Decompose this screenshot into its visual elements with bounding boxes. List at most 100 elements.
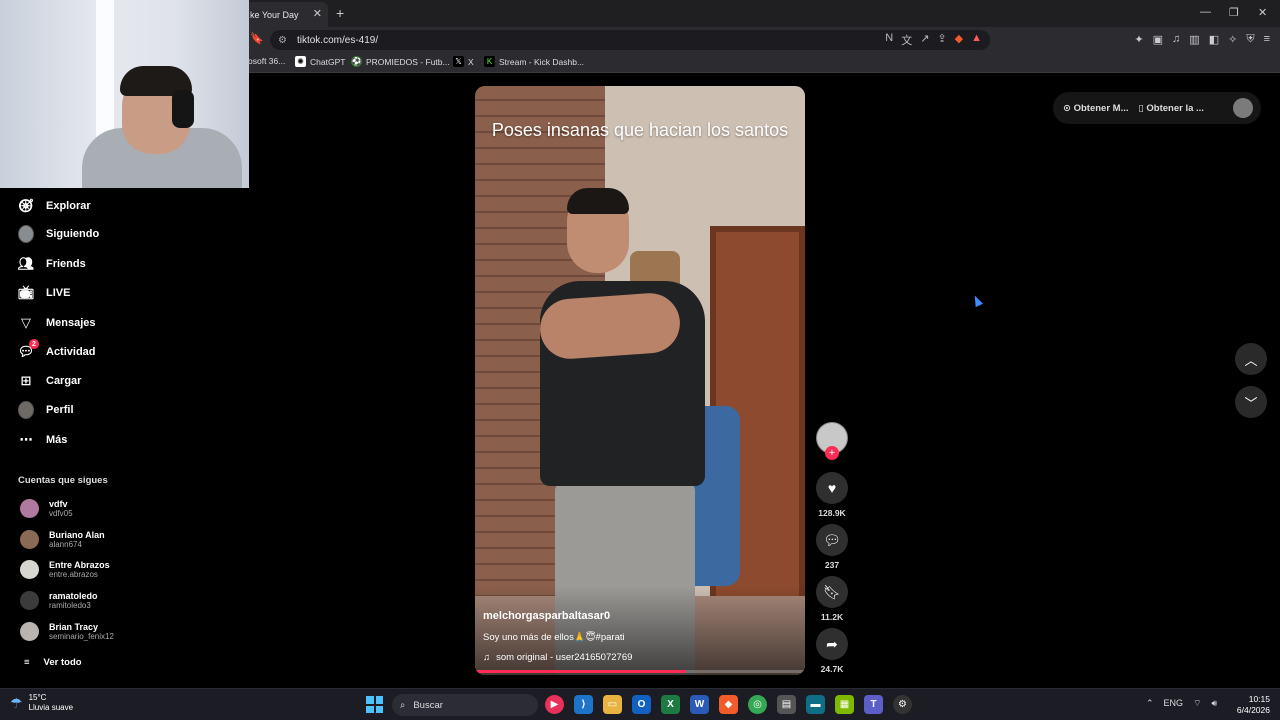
chrome-icon[interactable]: ◎ <box>748 695 767 714</box>
following-account[interactable]: Entre Abrazos entre.abrazos <box>20 560 110 579</box>
video-sound[interactable]: ♫ som original - user24165072769 <box>483 652 632 663</box>
browser-tab[interactable]: ke Your Day ✕ <box>238 2 328 27</box>
account-name: Brian Tracy <box>49 622 99 632</box>
sidebar-item-live[interactable]: 📺︎ LIVE <box>18 285 71 301</box>
reader-icon[interactable]: N <box>885 32 893 48</box>
avatar <box>18 225 34 243</box>
taskbar-search[interactable]: ⌕ Buscar <box>392 694 538 716</box>
file-explorer-icon[interactable]: ▭ <box>603 695 622 714</box>
excel-icon[interactable]: X <box>661 695 680 714</box>
video-player[interactable]: Poses insanas que hacian los santos melc… <box>475 86 805 675</box>
following-account[interactable]: vdfv vdfv05 <box>20 499 73 518</box>
site-settings-icon[interactable]: ⚙ <box>278 35 287 46</box>
sidebar-item-mensajes[interactable]: ▽ Mensajes <box>18 315 96 331</box>
sidebar-item-cargar[interactable]: ⊞ Cargar <box>18 373 82 389</box>
sidebar-item-mas[interactable]: ⋯ Más <box>18 432 68 448</box>
bookmark-x[interactable]: 𝕏 X <box>453 56 474 67</box>
leo-ai-icon[interactable]: ✧ <box>1228 33 1237 46</box>
vpn-icon[interactable]: ⛨ <box>1246 33 1254 46</box>
wifi-icon[interactable]: ⌔ <box>1193 698 1201 709</box>
more-icon: ⋯ <box>19 432 33 447</box>
account-name: Buriano Alan <box>49 530 105 540</box>
x-logo-icon: 𝕏 <box>453 56 464 67</box>
sidebar-item-siguiendo[interactable]: Siguiendo <box>18 225 99 243</box>
vscode-icon[interactable]: ⟩ <box>574 695 593 714</box>
following-account[interactable]: Buriano Alan alann674 <box>20 530 105 549</box>
sidebar-item-perfil[interactable]: Perfil <box>18 401 74 419</box>
see-all-button[interactable]: ≡ Ver todo <box>24 657 82 668</box>
chevron-up-icon[interactable]: ⌃ <box>1146 698 1154 709</box>
headset-icon <box>172 90 194 128</box>
menu-icon[interactable]: ≡ <box>1264 33 1270 46</box>
bookmark-promiedos[interactable]: ⚽ PROMIEDOS - Futb... <box>351 56 450 67</box>
profile-avatar[interactable] <box>1233 98 1253 118</box>
clock-date: 6/4/2026 <box>1236 705 1270 715</box>
sidebar-toggle-icon[interactable]: ▥ <box>1189 33 1199 46</box>
video-username[interactable]: melchorgasparbaltasar0 <box>483 610 610 622</box>
open-external-icon[interactable]: ↗ <box>920 32 929 48</box>
word-icon[interactable]: W <box>690 695 709 714</box>
language-indicator[interactable]: ENG <box>1164 698 1184 709</box>
close-window-icon[interactable]: ✕ <box>1258 6 1267 19</box>
restore-icon[interactable]: ❐ <box>1229 6 1239 19</box>
bookmark-icon: 🔖︎ <box>823 583 841 600</box>
share-button[interactable]: ➦ <box>816 628 848 660</box>
app-icon[interactable]: ▤ <box>777 695 796 714</box>
system-tray: ⌃ ENG ⌔ 🔊︎ <box>1146 698 1217 709</box>
volume-icon[interactable]: 🔊︎ <box>1212 698 1218 709</box>
close-tab-icon[interactable]: ✕ <box>313 7 322 20</box>
plus-square-icon: ⊞ <box>20 373 32 388</box>
bookmark-chatgpt[interactable]: ✺ ChatGPT <box>295 56 345 67</box>
sidebar-item-label: Perfil <box>46 404 74 416</box>
taskbar-clock[interactable]: 10:15 6/4/2026 <box>1232 694 1270 716</box>
windows-start-icon[interactable] <box>366 696 383 713</box>
media-player-icon[interactable]: ▶ <box>545 695 564 714</box>
translate-icon[interactable]: 文 <box>901 32 912 48</box>
wallet-alt-icon[interactable]: ◧ <box>1209 33 1219 46</box>
teams-icon[interactable]: T <box>864 695 883 714</box>
video-progress-bar[interactable] <box>475 670 805 673</box>
weather-widget[interactable]: ☂ 15°C Lluvia suave <box>10 693 73 713</box>
sidebar-item-friends[interactable]: 👥︎ Friends <box>18 256 86 272</box>
wallet-icon[interactable]: ▣ <box>1153 33 1163 46</box>
new-tab-icon[interactable]: + <box>336 5 344 21</box>
outlook-icon[interactable]: O <box>632 695 651 714</box>
minimize-icon[interactable]: — <box>1200 6 1211 18</box>
next-video-button[interactable]: ﹀ <box>1235 386 1267 418</box>
account-handle: seminario_fenix12 <box>49 632 114 641</box>
following-account[interactable]: ramatoledo ramitoledo3 <box>20 591 98 610</box>
bookmark-kick[interactable]: K Stream - Kick Dashb... <box>484 56 584 67</box>
store-icon[interactable]: ▦ <box>835 695 854 714</box>
sidebar-item-label: LIVE <box>46 287 71 299</box>
bookmark-page-icon[interactable]: 🔖 <box>250 32 264 45</box>
bookmark-office[interactable]: osoft 36... <box>248 56 285 66</box>
address-bar[interactable]: ⚙ tiktok.com/es-419/ N 文 ↗ ⇪ ◆ ▲ <box>270 30 990 50</box>
comment-button[interactable]: 💬︎ <box>816 524 848 556</box>
follow-plus-icon[interactable]: + <box>825 446 839 460</box>
share-count: 24.7K <box>820 664 844 674</box>
sidebar-item-explorar[interactable]: 🧭︎ Explorar <box>18 198 91 214</box>
video-person-hair <box>567 188 629 214</box>
get-app-button[interactable]: ▯ Obtener la ... <box>1139 103 1204 114</box>
mouse-cursor-icon <box>971 293 983 308</box>
brave-shields-icon[interactable]: ◆ <box>955 32 963 48</box>
get-coins-button[interactable]: ⊙ Obtener M... <box>1063 103 1129 114</box>
sidebar-item-actividad[interactable]: 💬︎ 2 Actividad <box>18 339 96 360</box>
url-text: tiktok.com/es-419/ <box>296 34 379 46</box>
steam-icon[interactable]: ⚙ <box>893 695 912 714</box>
like-button[interactable]: ♥ <box>816 472 848 504</box>
account-handle: alann674 <box>49 540 82 549</box>
brave-browser-icon[interactable]: ◆ <box>719 695 738 714</box>
share-icon[interactable]: ⇪ <box>937 32 946 48</box>
media-icon[interactable]: ♫ <box>1172 33 1180 46</box>
following-section-title: Cuentas que sigues <box>18 475 108 486</box>
brave-rewards-icon[interactable]: ▲ <box>971 32 982 48</box>
previous-video-button[interactable]: ︿ <box>1235 343 1267 375</box>
search-placeholder: Buscar <box>413 699 443 711</box>
following-account[interactable]: Brian Tracy seminario_fenix12 <box>20 622 114 641</box>
sidebar-item-label: Actividad <box>46 346 96 358</box>
terminal-icon[interactable]: ▬ <box>806 695 825 714</box>
save-button[interactable]: 🔖︎ <box>816 576 848 608</box>
extensions-icon[interactable]: ✦ <box>1134 33 1143 46</box>
bookmark-label: PROMIEDOS - Futb... <box>366 56 450 67</box>
